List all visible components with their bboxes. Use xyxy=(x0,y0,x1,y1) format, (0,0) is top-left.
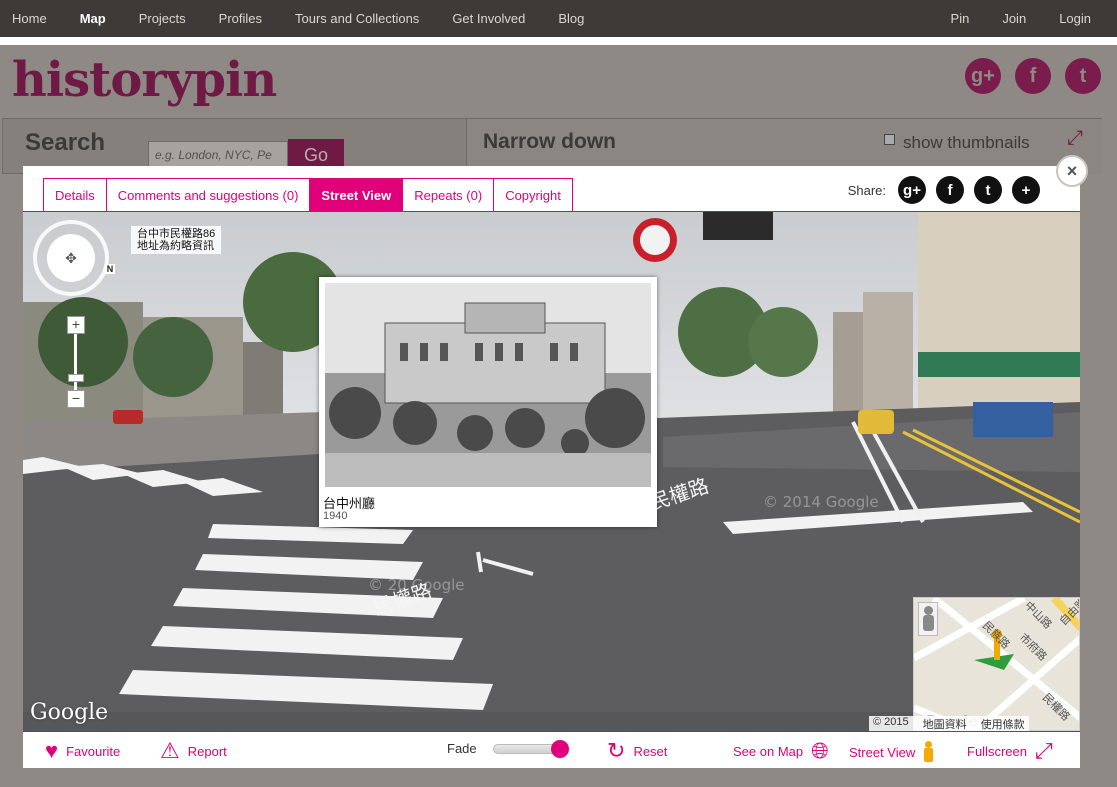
facebook-icon[interactable]: f xyxy=(936,176,964,204)
address-line-1: 台中市民權路86 xyxy=(137,228,216,240)
see-on-map-button[interactable]: See on Map 🌐︎ xyxy=(733,738,829,763)
street-view-button[interactable]: Street View xyxy=(849,741,934,763)
nav-tours-collections[interactable]: Tours and Collections xyxy=(295,11,419,26)
globe-icon: 🌐︎ xyxy=(811,738,829,763)
tab-comments[interactable]: Comments and suggestions (0) xyxy=(105,178,310,212)
close-button[interactable]: × xyxy=(1056,155,1088,187)
warning-icon: ⚠ xyxy=(160,738,180,763)
modal-footer: ♥ Favourite ⚠ Report Fade ↻ Reset See on… xyxy=(23,731,1080,768)
zoom-out-button[interactable]: − xyxy=(67,390,85,408)
favourite-button[interactable]: ♥ Favourite xyxy=(45,738,121,763)
header-divider xyxy=(0,37,1117,45)
google-plus-icon[interactable]: g+ xyxy=(898,176,926,204)
heart-icon: ♥ xyxy=(45,738,59,763)
report-button[interactable]: ⚠ Report xyxy=(160,738,227,763)
zoom-in-button[interactable]: + xyxy=(67,316,85,334)
add-icon[interactable]: + xyxy=(1012,176,1040,204)
street-view-panorama[interactable]: 台中市民權路86 地址為約略資訊 ✥ N + − 民權路 民權路 © 2014 … xyxy=(23,212,1080,731)
minimap[interactable]: 民族路 市府路 中山路 自由路 民權路 Google xyxy=(913,597,1080,731)
search-label: Search xyxy=(25,129,106,156)
fullscreen-label: Fullscreen xyxy=(967,743,1027,759)
pan-arrows-icon[interactable]: ✥ xyxy=(47,234,95,282)
favourite-label: Favourite xyxy=(66,743,121,759)
nav-left: Home Map Projects Profiles Tours and Col… xyxy=(0,11,617,26)
tab-street-view[interactable]: Street View xyxy=(309,178,403,212)
tab-copyright[interactable]: Copyright xyxy=(493,178,573,212)
pan-control[interactable]: ✥ N xyxy=(33,220,115,296)
historypin-logo[interactable]: historypin xyxy=(12,52,277,108)
search-input[interactable]: e.g. London, NYC, Pe xyxy=(148,141,288,169)
nav-blog[interactable]: Blog xyxy=(558,11,584,26)
report-label: Report xyxy=(187,743,227,759)
pegman-icon xyxy=(923,741,934,763)
zoom-slider-thumb[interactable] xyxy=(68,374,84,382)
historic-photo-image xyxy=(325,283,651,487)
tab-details[interactable]: Details xyxy=(43,178,106,212)
nav-home[interactable]: Home xyxy=(12,11,47,26)
historic-photo[interactable] xyxy=(325,283,651,487)
fullscreen-icon: ⤢ xyxy=(1034,738,1053,763)
see-on-map-label: See on Map xyxy=(733,743,804,759)
reset-icon: ↻ xyxy=(607,738,626,763)
google-plus-icon[interactable]: g+ xyxy=(965,58,1001,94)
compass-north-label: N xyxy=(105,264,115,274)
nav-login[interactable]: Login xyxy=(1059,11,1091,26)
show-thumbnails-label: show thumbnails xyxy=(903,133,1030,152)
map-data-link[interactable]: 地圖資料 xyxy=(923,716,967,731)
nav-join[interactable]: Join xyxy=(1002,11,1026,26)
reset-button[interactable]: ↻ Reset xyxy=(607,738,668,763)
photo-modal: Details Comments and suggestions (0) Str… xyxy=(23,166,1080,768)
nav-get-involved[interactable]: Get Involved xyxy=(452,11,525,26)
narrow-down-label: Narrow down xyxy=(483,130,617,153)
terms-link[interactable]: 使用條款 xyxy=(981,716,1025,731)
expand-icon[interactable]: ⤢ xyxy=(1067,127,1083,150)
fullscreen-button[interactable]: Fullscreen ⤢ xyxy=(967,738,1053,763)
nav-profiles[interactable]: Profiles xyxy=(219,11,262,26)
zoom-control: + − xyxy=(67,316,85,412)
nav-map[interactable]: Map xyxy=(80,11,106,26)
photo-year: 1940 xyxy=(323,510,348,522)
map-copyright: © 2015 xyxy=(873,716,909,728)
share-label: Share: xyxy=(847,182,886,198)
share-bar: Share: g+ f t + xyxy=(848,176,1040,204)
fade-label: Fade xyxy=(447,741,477,756)
address-label: 台中市民權路86 地址為約略資訊 xyxy=(131,226,222,254)
modal-tabs: Details Comments and suggestions (0) Str… xyxy=(43,178,573,212)
top-nav: Home Map Projects Profiles Tours and Col… xyxy=(0,0,1117,37)
show-thumbnails-checkbox[interactable] xyxy=(884,134,895,145)
historic-photo-card[interactable]: 台中州廳 1940 xyxy=(319,277,657,527)
street-view-label: Street View xyxy=(849,744,916,760)
map-attribution: © 2015 地圖資料 使用條款 xyxy=(869,716,1029,731)
address-line-2: 地址為約略資訊 xyxy=(137,240,214,252)
google-logo: Google xyxy=(30,700,109,725)
nav-right: Pin Join Login xyxy=(918,11,1091,26)
social-links: g+ f t xyxy=(965,58,1101,94)
nav-projects[interactable]: Projects xyxy=(139,11,186,26)
tab-repeats[interactable]: Repeats (0) xyxy=(402,178,494,212)
fade-slider-thumb[interactable] xyxy=(550,740,569,758)
twitter-icon[interactable]: t xyxy=(974,176,1002,204)
minimap-roads: 民族路 市府路 中山路 自由路 民權路 Google xyxy=(914,598,1079,730)
reset-label: Reset xyxy=(633,743,668,759)
nav-pin[interactable]: Pin xyxy=(951,11,970,26)
facebook-icon[interactable]: f xyxy=(1015,58,1051,94)
twitter-icon[interactable]: t xyxy=(1065,58,1101,94)
pegman-icon[interactable] xyxy=(918,602,938,636)
